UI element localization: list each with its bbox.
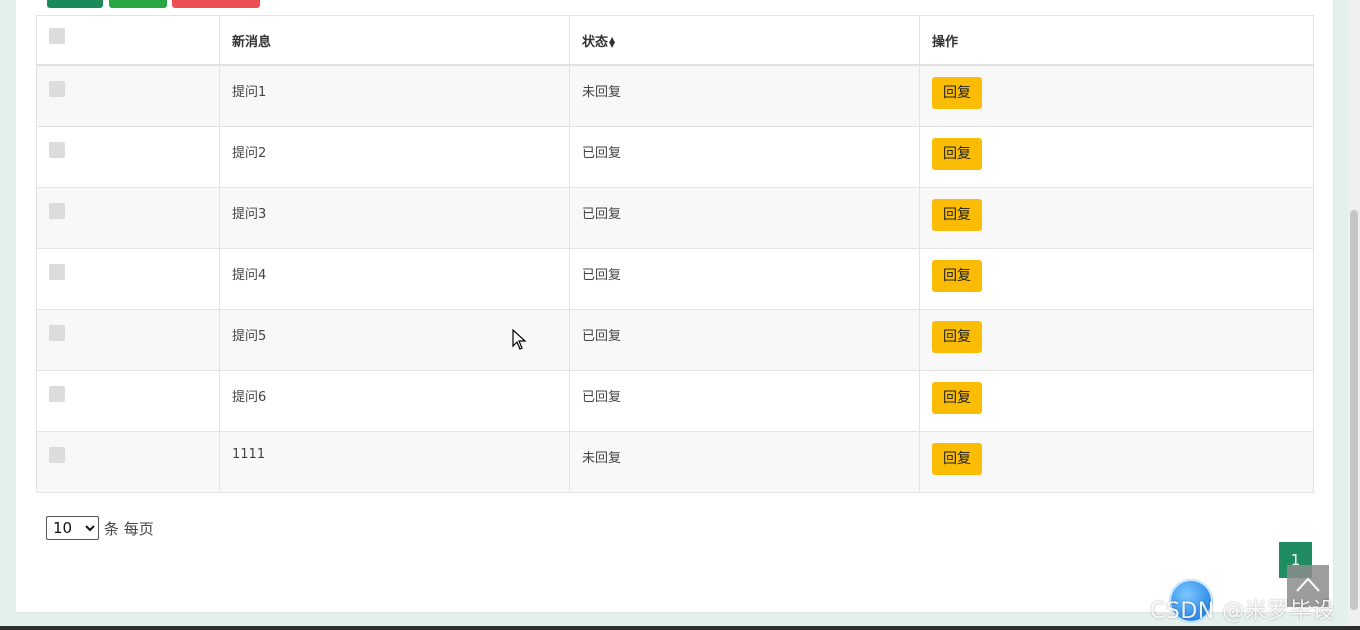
checkbox-cell (36, 125, 220, 188)
action-cell: 回复 (919, 125, 1314, 188)
scrollbar-thumb[interactable] (1350, 210, 1358, 610)
table-row: 提问1 未回复 回复 (36, 64, 1314, 127)
table-row: 提问3 已回复 回复 (36, 186, 1314, 249)
table-row: 提问4 已回复 回复 (36, 247, 1314, 310)
checkbox-cell (36, 64, 220, 127)
status-cell: 已回复 (569, 125, 920, 188)
action-cell: 回复 (919, 369, 1314, 432)
status-cell: 已回复 (569, 186, 920, 249)
checkbox-cell (36, 247, 220, 310)
table-header-row: 新消息 状态▲ ▼ 操作 (36, 15, 1314, 66)
table-row: 提问6 已回复 回复 (36, 369, 1314, 432)
message-cell: 提问4 (219, 247, 570, 310)
status-cell: 未回复 (569, 64, 920, 127)
per-page-label: 条 每页 (104, 519, 154, 538)
checkbox-cell (36, 430, 220, 493)
page-size-control: 10 条 每页 (46, 516, 154, 540)
action-cell: 回复 (919, 247, 1314, 310)
table-row: 提问2 已回复 回复 (36, 125, 1314, 188)
reply-button[interactable]: 回复 (932, 77, 982, 109)
message-table: 新消息 状态▲ ▼ 操作 提问1 未回复 回复 提问2 已回复 回复 提问3 已回… (36, 15, 1314, 493)
row-checkbox[interactable] (49, 446, 65, 463)
message-cell: 1111 (219, 430, 570, 493)
column-header-label: 状态 (582, 34, 609, 50)
action-cell: 回复 (919, 64, 1314, 127)
content-panel: 新消息 状态▲ ▼ 操作 提问1 未回复 回复 提问2 已回复 回复 提问3 已回… (16, 0, 1334, 613)
reply-button[interactable]: 回复 (932, 259, 982, 292)
status-cell: 已回复 (569, 308, 920, 371)
row-checkbox[interactable] (49, 141, 65, 158)
checkbox-cell (36, 308, 220, 371)
column-header-label: 新消息 (232, 34, 272, 50)
column-header-action: 操作 (919, 15, 1314, 66)
message-cell: 提问2 (219, 125, 570, 188)
page-size-select[interactable]: 10 (46, 516, 99, 540)
select-all-cell (36, 15, 220, 66)
reply-button[interactable]: 回复 (932, 442, 982, 475)
reply-button[interactable]: 回复 (932, 198, 982, 231)
bottom-edge (0, 626, 1360, 630)
column-header-status[interactable]: 状态▲ ▼ (569, 15, 920, 66)
column-header-label: 操作 (932, 34, 959, 50)
row-checkbox[interactable] (49, 324, 65, 341)
checkbox-cell (36, 369, 220, 432)
reply-button[interactable]: 回复 (932, 137, 982, 170)
row-checkbox[interactable] (49, 263, 65, 280)
page-scrollbar[interactable] (1348, 0, 1360, 630)
table-row: 1111 未回复 回复 (36, 430, 1314, 493)
toolbar-button-3[interactable] (172, 0, 260, 8)
row-checkbox[interactable] (49, 81, 65, 97)
reply-button[interactable]: 回复 (932, 320, 982, 353)
column-header-new-message: 新消息 (219, 15, 570, 66)
select-all-checkbox[interactable] (49, 27, 65, 44)
status-cell: 已回复 (569, 369, 920, 432)
table-row: 提问5 已回复 回复 (36, 308, 1314, 371)
reply-button[interactable]: 回复 (932, 381, 982, 414)
watermark-text: CSDN @米罗毕设 (1150, 599, 1335, 624)
action-cell: 回复 (919, 308, 1314, 371)
action-cell: 回复 (919, 186, 1314, 249)
row-checkbox[interactable] (49, 385, 65, 402)
message-cell: 提问1 (219, 64, 570, 127)
status-cell: 已回复 (569, 247, 920, 310)
toolbar-button-1[interactable] (47, 0, 103, 8)
sort-icon[interactable]: ▲ ▼ (609, 36, 615, 49)
mouse-cursor-icon (512, 329, 527, 350)
checkbox-cell (36, 186, 220, 249)
message-cell: 提问6 (219, 369, 570, 432)
chevron-up-icon (1296, 577, 1320, 592)
status-cell: 未回复 (569, 430, 920, 493)
toolbar-button-2[interactable] (109, 0, 167, 8)
message-cell: 提问3 (219, 186, 570, 249)
row-checkbox[interactable] (49, 202, 65, 219)
action-cell: 回复 (919, 430, 1314, 493)
